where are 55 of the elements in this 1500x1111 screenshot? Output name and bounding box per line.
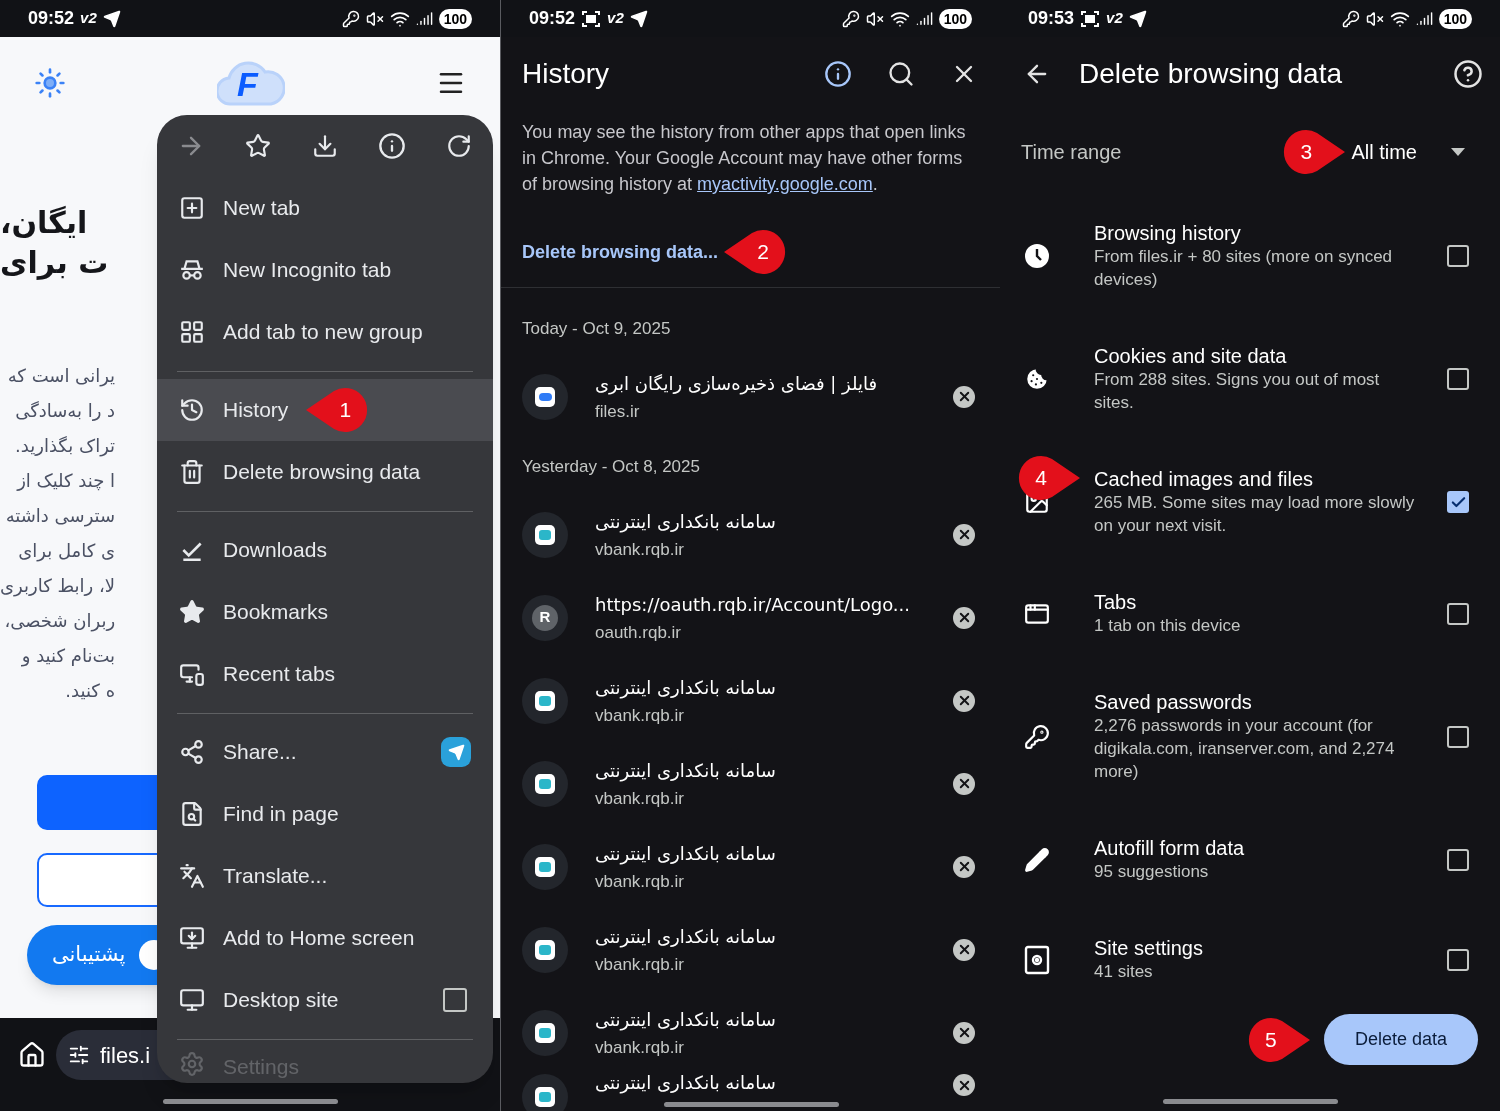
history-info-text: You may see the history from other apps that open links in Chrome. Your Google Account may have other forms of browsing history at myactivity.google.com. <box>521 121 967 196</box>
step-marker: 1 <box>306 387 369 433</box>
clock-time: 09:52 <box>529 7 576 30</box>
history-entry-domain: vbank.rqb.ir <box>595 1036 684 1059</box>
option-description: From files.ir + 80 sites (more on synced devices) <box>1094 246 1394 291</box>
battery-level: 100 <box>938 8 972 29</box>
option-description: 2,276 passwords in your account (for digikala.com, iranserver.com, and 2,274 more) <box>1094 715 1396 783</box>
history-entry-domain: vbank.rqb.ir <box>595 538 684 561</box>
option-title: Browsing history <box>1094 221 1242 245</box>
option-description: 95 suggestions <box>1094 861 1210 883</box>
option-description: 41 sites <box>1094 961 1154 983</box>
page-paragraph-line: ی کامل برای <box>18 539 116 564</box>
history-entry-domain: vbank.rqb.ir <box>595 953 684 976</box>
option-title: Cookies and site data <box>1094 344 1288 368</box>
page-title: History <box>522 56 610 91</box>
option-description: From 288 sites. Signs you out of most sites. <box>1094 369 1381 414</box>
step-marker: 5 <box>1247 1016 1310 1063</box>
date-heading: Today - Oct 9, 2025 <box>521 318 672 340</box>
option-description: 265 MB. Some sites may load more slowly on your next visit. <box>1094 492 1416 537</box>
history-entry-domain: vbank.rqb.ir <box>595 704 684 727</box>
option-description: 1 tab on this device <box>1094 615 1242 637</box>
page-paragraph-line: تراک بگذارید. <box>15 434 116 459</box>
step-marker: 4 <box>1018 455 1080 501</box>
option-title: Cached images and files <box>1094 467 1314 491</box>
history-entry-domain: vbank.rqb.ir <box>595 870 684 893</box>
page-paragraph-line: یرانی است که <box>7 364 116 389</box>
page-paragraph-line: لا، رابط کاربری <box>0 574 116 599</box>
vpn-label: v2 <box>607 8 624 29</box>
battery-level: 100 <box>438 8 472 29</box>
vpn-label: v2 <box>1106 8 1123 29</box>
date-heading: Yesterday - Oct 8, 2025 <box>521 456 701 478</box>
vpn-label: v2 <box>80 8 97 29</box>
battery-level: 100 <box>1438 8 1472 29</box>
history-entry-domain: vbank.rqb.ir <box>595 787 684 810</box>
page-paragraph-line: بت‌نام کنید و <box>21 644 116 669</box>
page-heading-text: ایگان، <box>0 204 88 242</box>
time-range-label: Time range <box>1021 140 1122 165</box>
page-heading-text: ت برای <box>0 244 109 282</box>
history-entry-domain: files.ir <box>595 400 640 423</box>
page-paragraph-line: ا چند کلیک از <box>17 469 116 493</box>
page-title: Delete browsing data <box>1079 56 1343 91</box>
history-entry-domain: oauth.rqb.ir <box>595 621 681 644</box>
site-letter-avatar: R <box>522 594 568 641</box>
step-marker: 3 <box>1283 129 1346 175</box>
option-title: Saved passwords <box>1094 690 1253 714</box>
page-paragraph-line: سترسی داشته <box>5 504 116 529</box>
page-paragraph-line: ه کنید. <box>65 679 116 703</box>
option-title: Site settings <box>1094 936 1204 960</box>
page-paragraph-line: ربران شخصی، <box>4 609 116 634</box>
page-paragraph-line: د را به‌سادگی <box>15 399 116 423</box>
clock-time: 09:52 <box>28 7 75 30</box>
step-marker: 2 <box>724 229 787 275</box>
option-title: Autofill form data <box>1094 836 1246 860</box>
clock-time: 09:53 <box>1028 7 1075 30</box>
option-title: Tabs <box>1094 590 1138 614</box>
